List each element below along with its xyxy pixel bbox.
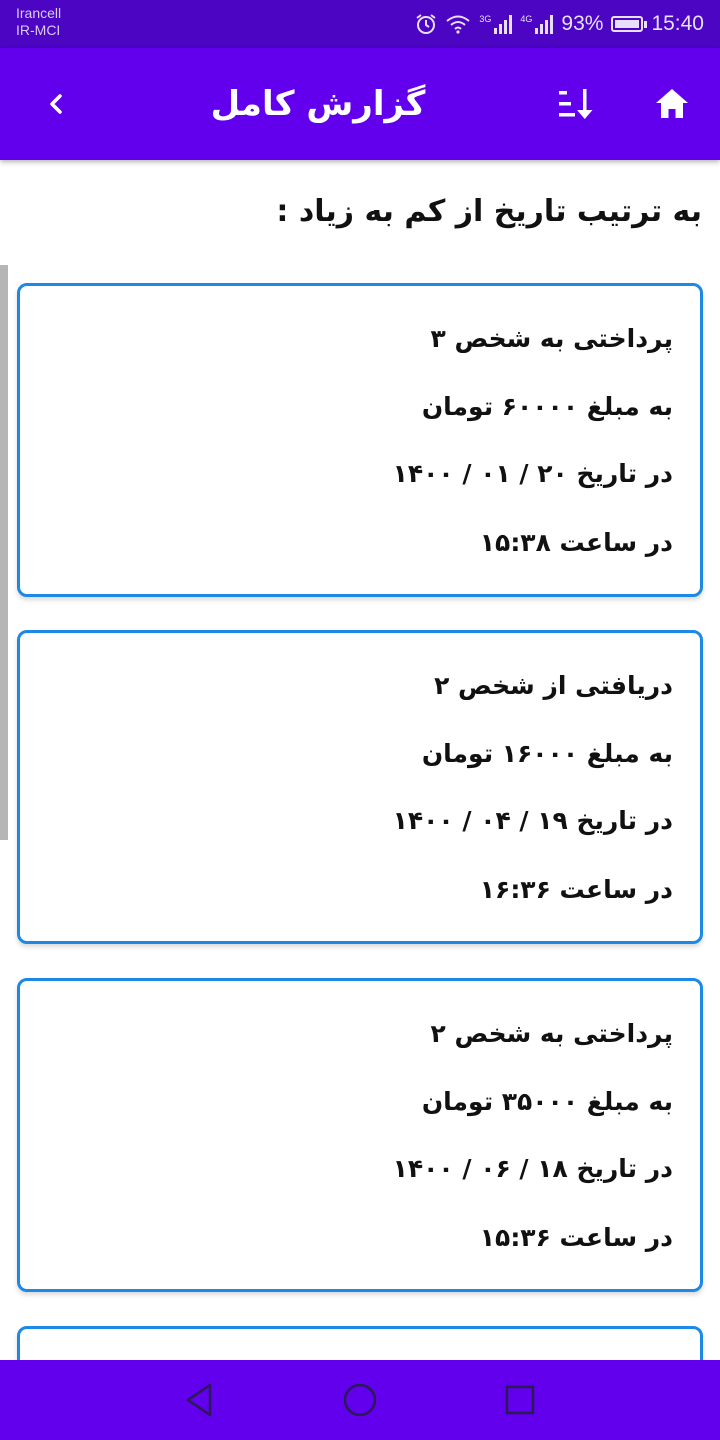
transaction-time: در ساعت ۱۶:۳۶ <box>479 875 673 904</box>
transaction-date: در تاریخ ۲۰ / ۰۱ / ۱۴۰۰ <box>392 459 673 488</box>
report-content[interactable]: به ترتیب تاریخ از کم به زیاد : پرداختی ب… <box>0 160 720 1360</box>
system-nav-bar <box>0 1360 720 1440</box>
transaction-time: در ساعت ۱۵:۳۸ <box>479 528 673 557</box>
transaction-time: در ساعت ۱۵:۳۶ <box>479 1223 673 1252</box>
carrier-name: Irancell <box>16 5 62 21</box>
back-triangle-icon[interactable] <box>180 1380 220 1420</box>
transaction-amount: به مبلغ ۱۶۰۰۰ تومان <box>421 739 673 768</box>
transaction-amount: به مبلغ ۳۵۰۰۰ تومان <box>421 1087 673 1116</box>
battery-percent: 93% <box>561 12 604 35</box>
network-4g-label: 4G <box>520 14 533 24</box>
network-3g-label: 3G <box>479 14 492 24</box>
carrier-network: IR-MCI <box>16 22 61 38</box>
recents-square-icon[interactable] <box>500 1380 540 1420</box>
app-bar: گزارش کامل <box>0 48 720 160</box>
chevron-left-icon[interactable] <box>34 82 78 126</box>
scrollbar[interactable] <box>0 265 8 840</box>
transaction-date: در تاریخ ۱۸ / ۰۶ / ۱۴۰۰ <box>392 1154 673 1183</box>
transaction-card[interactable]: پرداختی به شخص ۲ به مبلغ ۳۵۰۰۰ تومان در … <box>17 978 703 1292</box>
sort-icon[interactable] <box>553 82 597 126</box>
transaction-card[interactable]: پرداختی به شخص ۳ به مبلغ ۶۰۰۰۰ تومان در … <box>17 283 703 597</box>
alarm-icon <box>416 14 436 34</box>
transaction-card[interactable]: دریافتی از شخص ۲ به مبلغ ۱۶۰۰۰ تومان در … <box>17 630 703 944</box>
page-title: گزارش کامل <box>210 84 426 124</box>
sort-order-heading: به ترتیب تاریخ از کم به زیاد : <box>276 194 702 229</box>
transaction-type: دریافتی از شخص ۲ <box>434 671 673 700</box>
page-title-wrap: گزارش کامل <box>0 48 720 160</box>
status-bar: Irancell IR-MCI 3G 4G 93% 15:40 <box>0 0 720 48</box>
clock: 15:40 <box>651 12 704 35</box>
signal-4g-icon: 4G <box>520 14 554 34</box>
home-circle-icon[interactable] <box>340 1380 380 1420</box>
home-icon[interactable] <box>650 82 694 126</box>
transaction-card-partial[interactable] <box>17 1326 703 1360</box>
transaction-type: پرداختی به شخص ۳ <box>430 324 674 353</box>
transaction-amount: به مبلغ ۶۰۰۰۰ تومان <box>421 392 673 421</box>
status-icons: 3G 4G 93% 15:40 <box>415 0 704 48</box>
transaction-date: در تاریخ ۱۹ / ۰۴ / ۱۴۰۰ <box>392 806 673 835</box>
transaction-type: پرداختی به شخص ۲ <box>430 1019 674 1048</box>
wifi-icon <box>446 15 471 34</box>
battery-icon <box>611 16 648 32</box>
carrier-info: Irancell IR-MCI <box>16 5 61 39</box>
signal-3g-icon: 3G <box>479 14 513 34</box>
